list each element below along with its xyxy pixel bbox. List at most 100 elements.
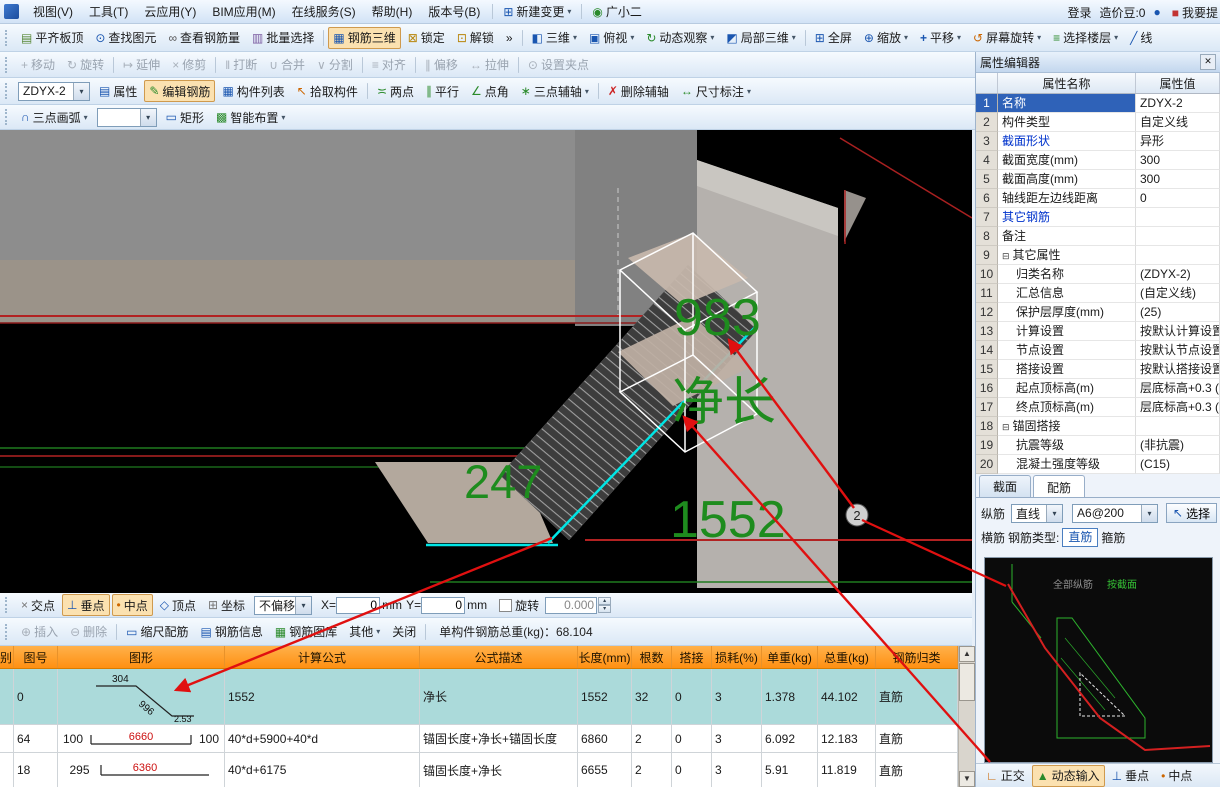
toolbar-button[interactable]: 动态观察	[641, 27, 719, 49]
toolbar-button[interactable]: 查看钢筋量	[163, 27, 245, 49]
toolbar-button[interactable]: 设置夹点	[523, 54, 594, 76]
toolbar-grip[interactable]	[5, 109, 10, 125]
tab-section[interactable]: 截面	[979, 475, 1031, 497]
toolbar-button[interactable]: 编辑钢筋	[144, 80, 215, 102]
toolbar-button[interactable]: 智能布置	[211, 106, 290, 128]
property-value[interactable]	[1136, 227, 1220, 246]
property-row[interactable]: 11 汇总信息 (自定义线)	[976, 284, 1220, 303]
property-value[interactable]: 层底标高+0.3 (-2	[1136, 379, 1220, 398]
toolbar-button[interactable]: 拾取构件	[292, 80, 363, 102]
toggle-button[interactable]: 正交	[981, 765, 1030, 787]
property-value[interactable]: (25)	[1136, 303, 1220, 322]
table-row[interactable]: 18 295 6360 40*d+6175 锚固长度+净长 6655 2 0 3…	[0, 753, 958, 787]
toolbar-button[interactable]: 矩形	[161, 106, 209, 128]
property-value[interactable]: 异形	[1136, 132, 1220, 151]
toolbar-button[interactable]: 尺寸标注	[676, 80, 756, 102]
toolbar-button[interactable]: 分割	[312, 54, 358, 76]
toggle-button[interactable]: 动态输入	[1032, 765, 1105, 787]
toolbar-button[interactable]: 旋转	[62, 54, 109, 76]
toolbar-button[interactable]: 钢筋信息	[196, 621, 268, 643]
toolbar-button[interactable]: 对齐	[367, 54, 411, 76]
toolbar-button[interactable]: 属性	[94, 80, 142, 102]
toolbar-button[interactable]	[415, 57, 416, 73]
x-offset-input[interactable]	[336, 597, 380, 614]
scrollbar[interactable]	[958, 646, 975, 787]
new-change-button[interactable]: 新建变更	[498, 1, 576, 23]
property-value[interactable]: 300	[1136, 170, 1220, 189]
toolbar-button[interactable]: 关闭	[387, 621, 421, 643]
property-value[interactable]: 自定义线	[1136, 113, 1220, 132]
property-row[interactable]: 3 截面形状 异形	[976, 132, 1220, 151]
toolbar-button[interactable]: 线	[1125, 27, 1157, 49]
snap-toggle[interactable]: 坐标	[203, 594, 250, 616]
toolbar-button[interactable]: 其他	[344, 621, 385, 643]
toolbar-button[interactable]: 查找图元	[90, 27, 161, 49]
property-row[interactable]: 10 归类名称 (ZDYX-2)	[976, 265, 1220, 284]
user-button[interactable]: 广小二	[587, 1, 647, 23]
login-link[interactable]: 登录	[1067, 4, 1091, 21]
rotate-checkbox[interactable]	[499, 599, 512, 612]
menu-item[interactable]: 工具(T)	[81, 0, 136, 23]
straight-rebar-option[interactable]: 直筋	[1062, 528, 1098, 547]
toolbar-grip[interactable]	[5, 83, 10, 99]
toolbar-button[interactable]: 局部三维	[721, 27, 800, 49]
menu-item[interactable]: 版本号(B)	[420, 0, 488, 23]
toolbar-button[interactable]: 三点画弧	[16, 106, 93, 128]
property-row[interactable]: 4 截面宽度(mm) 300	[976, 151, 1220, 170]
property-value[interactable]	[1136, 417, 1220, 436]
close-icon[interactable]	[1200, 54, 1216, 70]
select-button[interactable]: 选择	[1166, 503, 1217, 523]
toolbar-button[interactable]: 移动	[16, 54, 60, 76]
toolbar-button[interactable]: 三点辅轴	[516, 80, 594, 102]
property-row[interactable]: 7 其它钢筋	[976, 208, 1220, 227]
angle-input[interactable]	[545, 597, 597, 614]
snap-toggle[interactable]: 垂点	[62, 594, 109, 616]
toolbar-grip[interactable]	[5, 624, 10, 640]
toolbar-button[interactable]: 钢筋图库	[270, 621, 342, 643]
toolbar-button[interactable]: 删除辅轴	[603, 80, 674, 102]
toolbar-button[interactable]	[362, 57, 363, 73]
feedback-link[interactable]: 我要提	[1172, 4, 1218, 21]
menu-item[interactable]: 视图(V)	[25, 0, 81, 23]
property-row[interactable]: 17 终点顶标高(m) 层底标高+0.3 (-2	[976, 398, 1220, 417]
style-combo[interactable]	[97, 108, 157, 127]
property-value[interactable]	[1136, 208, 1220, 227]
property-row[interactable]: 13 计算设置 按默认计算设置	[976, 322, 1220, 341]
property-row[interactable]: 9 其它属性	[976, 246, 1220, 265]
toolbar-button[interactable]	[116, 624, 117, 640]
toolbar-button[interactable]: 平齐板顶	[16, 27, 88, 49]
property-row[interactable]: 2 构件类型 自定义线	[976, 113, 1220, 132]
property-value[interactable]: (非抗震)	[1136, 436, 1220, 455]
toolbar-grip[interactable]	[5, 30, 10, 46]
toolbar-button[interactable]: 合并	[264, 54, 310, 76]
toolbar-button[interactable]: 删除	[65, 621, 112, 643]
toolbar-grip[interactable]	[5, 57, 10, 73]
snap-toggle[interactable]: 中点	[112, 594, 153, 616]
toolbar-button[interactable]: 打断	[220, 54, 262, 76]
menu-item[interactable]: 在线服务(S)	[284, 0, 364, 23]
component-combo[interactable]: ZDYX-2	[18, 82, 90, 101]
toolbar-button[interactable]: 两点	[372, 80, 419, 102]
stirrup-option[interactable]: 箍筋	[1101, 529, 1125, 546]
property-value[interactable]: 层底标高+0.3 (-2	[1136, 398, 1220, 417]
section-preview[interactable]: 全部纵筋 按截面	[984, 557, 1213, 763]
table-row[interactable]: 0 304 996 2.53 1552 净长 1552 32 0 3 1.378…	[0, 669, 958, 725]
menu-item[interactable]: 帮助(H)	[364, 0, 421, 23]
property-row[interactable]: 14 节点设置 按默认节点设置	[976, 341, 1220, 360]
toolbar-button[interactable]: 钢筋三维	[328, 27, 400, 49]
toolbar-button[interactable]: 缩放	[859, 27, 913, 49]
toolbar-button[interactable]	[522, 30, 523, 46]
toolbar-button[interactable]: 插入	[16, 621, 63, 643]
property-row[interactable]: 15 搭接设置 按默认搭接设置	[976, 360, 1220, 379]
toolbar-button[interactable]: 选择楼层	[1048, 27, 1123, 49]
rebar-spec-combo[interactable]: A6@200	[1072, 504, 1158, 523]
toolbar-button[interactable]: 解锁	[452, 27, 499, 49]
property-row[interactable]: 19 抗震等级 (非抗震)	[976, 436, 1220, 455]
property-value[interactable]: 按默认搭接设置	[1136, 360, 1220, 379]
toolbar-button[interactable]: 缩尺配筋	[121, 621, 193, 643]
property-value[interactable]: 0	[1136, 189, 1220, 208]
property-value[interactable]: (ZDYX-2)	[1136, 265, 1220, 284]
toolbar-button[interactable]	[367, 83, 368, 99]
property-value[interactable]: 300	[1136, 151, 1220, 170]
y-offset-input[interactable]	[421, 597, 465, 614]
